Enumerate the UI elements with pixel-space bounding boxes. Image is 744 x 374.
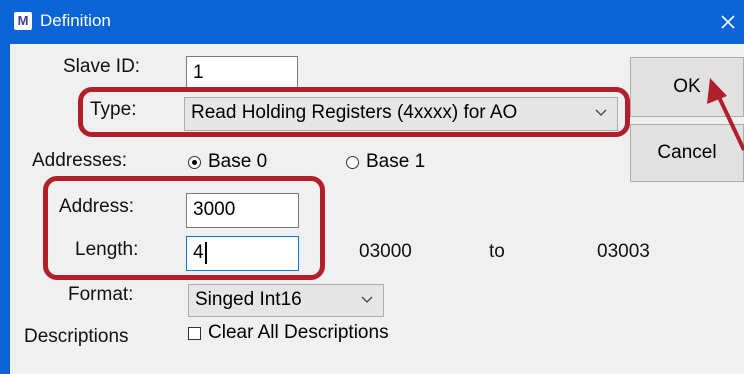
radio-base-1-label: Base 1 bbox=[366, 151, 426, 172]
address-input[interactable]: 3000 bbox=[186, 193, 299, 228]
chevron-down-icon bbox=[361, 296, 373, 303]
title-bar[interactable]: M Definition bbox=[0, 0, 744, 44]
window-title: Definition bbox=[40, 11, 111, 30]
radio-selected-icon bbox=[188, 155, 201, 169]
format-select[interactable]: Singed Int16 bbox=[188, 284, 384, 317]
definition-dialog: M Definition Slave ID: 1 Type: Read Hold… bbox=[0, 0, 744, 374]
chevron-down-icon bbox=[595, 109, 607, 116]
close-button[interactable] bbox=[714, 6, 742, 36]
type-select-value: Read Holding Registers (4xxxx) for AO bbox=[191, 102, 518, 123]
length-input-value: 4 bbox=[193, 242, 204, 263]
range-end: 03003 bbox=[597, 241, 650, 262]
dialog-body: Slave ID: 1 Type: Read Holding Registers… bbox=[10, 44, 744, 374]
clear-descriptions-label: Clear All Descriptions bbox=[208, 322, 389, 343]
range-to-text: to bbox=[489, 241, 505, 262]
descriptions-label: Descriptions bbox=[24, 326, 129, 347]
range-start: 03000 bbox=[359, 241, 412, 262]
format-select-value: Singed Int16 bbox=[195, 289, 302, 310]
address-label: Address: bbox=[59, 196, 134, 217]
length-label: Length: bbox=[75, 239, 139, 260]
text-caret bbox=[204, 241, 207, 264]
length-input[interactable]: 4 bbox=[186, 236, 299, 271]
slave-id-input[interactable]: 1 bbox=[186, 56, 298, 90]
format-label: Format: bbox=[68, 284, 134, 305]
radio-base-0[interactable]: Base 0 bbox=[188, 151, 267, 173]
slave-id-label: Slave ID: bbox=[63, 56, 141, 77]
radio-base-1[interactable]: Base 1 bbox=[346, 151, 425, 173]
type-select[interactable]: Read Holding Registers (4xxxx) for AO bbox=[184, 97, 618, 131]
close-icon bbox=[721, 15, 735, 29]
addresses-label: Addresses: bbox=[32, 150, 128, 171]
clear-descriptions-checkbox[interactable]: Clear All Descriptions bbox=[188, 322, 389, 344]
radio-base-0-label: Base 0 bbox=[208, 151, 268, 172]
radio-unselected-icon bbox=[346, 155, 359, 169]
ok-button[interactable]: OK bbox=[630, 57, 744, 117]
app-icon: M bbox=[14, 12, 32, 30]
cancel-button[interactable]: Cancel bbox=[630, 124, 744, 182]
checkbox-unchecked-icon bbox=[188, 326, 201, 340]
type-label: Type: bbox=[90, 99, 137, 120]
